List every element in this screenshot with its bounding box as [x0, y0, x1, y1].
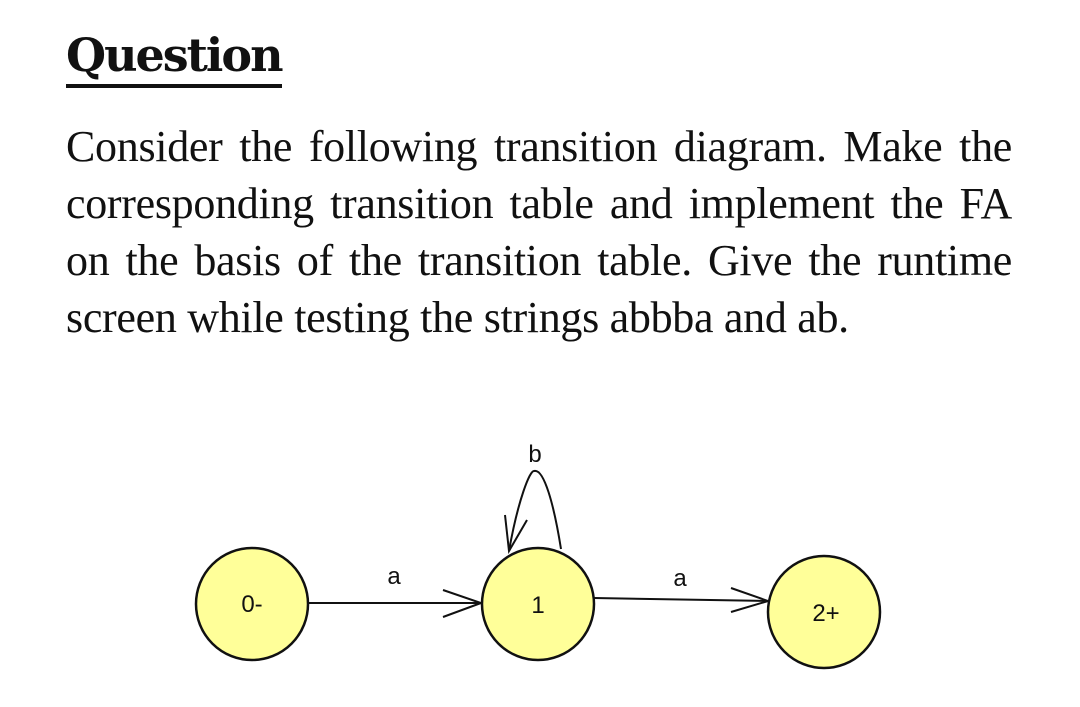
transition-1-self-loop: b: [504, 441, 562, 555]
transition-diagram: a b a 0- 1 2+: [194, 441, 882, 670]
state-label: 2+: [812, 600, 839, 627]
state-label: 0-: [241, 591, 262, 618]
edge-label-1-1: b: [528, 441, 541, 468]
edge-label-1-2: a: [673, 565, 687, 592]
state-label: 1: [531, 592, 544, 619]
transition-0-to-1: a: [308, 563, 484, 618]
edge-label-0-1: a: [387, 563, 401, 590]
state-0: 0-: [194, 546, 310, 662]
state-1: 1: [480, 546, 596, 662]
transition-1-to-2: a: [593, 565, 772, 613]
edge-line: [593, 597, 769, 602]
state-2: 2+: [766, 554, 882, 670]
